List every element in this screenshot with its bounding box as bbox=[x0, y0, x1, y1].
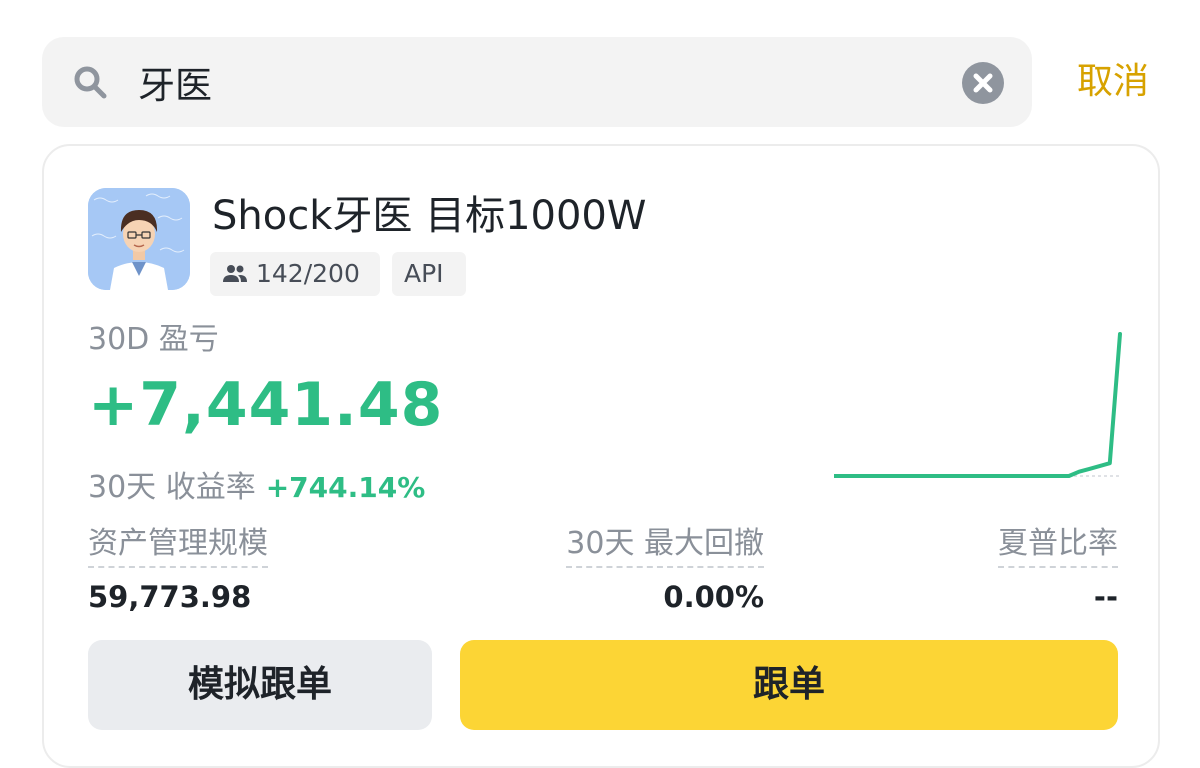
pnl-sparkline bbox=[834, 332, 1122, 478]
search-bar: 取消 bbox=[42, 37, 1158, 127]
max-drawdown-label[interactable]: 30天 最大回撤 bbox=[566, 524, 764, 568]
cancel-button[interactable]: 取消 bbox=[1077, 55, 1149, 109]
search-input[interactable] bbox=[138, 55, 938, 109]
clear-icon[interactable] bbox=[962, 62, 1004, 104]
search-icon bbox=[74, 66, 107, 99]
trader-name[interactable]: Shock牙医 目标1000W bbox=[212, 190, 646, 242]
search-box[interactable] bbox=[42, 37, 1032, 127]
pnl-label: 30D 盈亏 bbox=[88, 322, 219, 357]
followers-count: 142/200 bbox=[256, 259, 360, 288]
roi-label: 30天 收益率 bbox=[88, 470, 256, 505]
users-icon bbox=[223, 265, 247, 282]
avatar-illustration-icon bbox=[88, 188, 190, 290]
trader-card[interactable]: Shock牙医 目标1000W 142/200 API 30D 盈亏 +7,44… bbox=[42, 144, 1160, 768]
sharpe-ratio-label[interactable]: 夏普比率 bbox=[998, 524, 1118, 568]
pnl-value: +7,441.48 bbox=[88, 370, 444, 440]
copy-trade-button[interactable]: 跟单 bbox=[460, 640, 1118, 730]
mock-copy-button[interactable]: 模拟跟单 bbox=[88, 640, 432, 730]
sparkline-series bbox=[834, 332, 1122, 478]
max-drawdown-value: 0.00% bbox=[663, 580, 764, 614]
roi-row: 30天 收益率 +744.14% bbox=[88, 462, 425, 506]
aum-label[interactable]: 资产管理规模 bbox=[88, 524, 268, 568]
sharpe-ratio-value: -- bbox=[1093, 580, 1118, 614]
aum-value: 59,773.98 bbox=[88, 580, 252, 614]
avatar[interactable] bbox=[88, 188, 190, 290]
roi-value: +744.14% bbox=[265, 471, 426, 504]
api-badge: API bbox=[392, 252, 466, 296]
followers-badge: 142/200 bbox=[210, 252, 380, 296]
